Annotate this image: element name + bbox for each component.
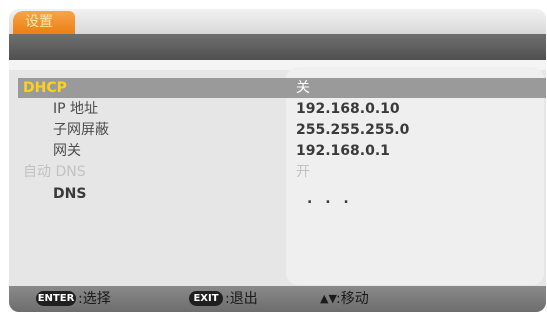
row-label-dns[interactable]: DNS [53,184,86,204]
exit-key-hint: :退出 [225,291,258,307]
move-hint: :移动 [336,291,369,307]
row-label-subnet-mask[interactable]: 子网屏蔽 [53,120,109,140]
tab-bar: 设置 [9,9,546,34]
selection-highlight [18,78,546,98]
row-value-dhcp[interactable]: 关 [296,78,310,98]
enter-key-badge: ENTER [36,291,76,306]
row-label-ip-address[interactable]: IP 地址 [53,99,98,119]
row-label-auto-dns: 自动 DNS [23,164,86,180]
row-value-ip-address[interactable]: 192.168.0.10 [296,99,400,119]
header-band [9,34,546,60]
row-value-subnet-mask[interactable]: 255.255.255.0 [296,120,409,140]
tab-settings[interactable]: 设置 [13,11,75,34]
up-down-arrows-icon: ▲▼ [320,292,337,305]
footer-hint-bar: ENTER :选择 EXIT :退出 ▲▼ :移动 [9,286,546,312]
row-value-dns[interactable]: . . . [307,189,353,209]
row-label-gateway[interactable]: 网关 [53,141,81,161]
settings-menu-screen: 设置 DHCP 关 IP 地址 192.168.0.10 子网屏蔽 255.25… [9,9,546,312]
row-value-gateway[interactable]: 192.168.0.1 [296,141,390,161]
row-value-auto-dns: 开 [296,164,310,180]
enter-key-hint: :选择 [78,291,111,307]
exit-key-badge: EXIT [189,291,223,306]
row-label-dhcp[interactable]: DHCP [23,78,67,98]
